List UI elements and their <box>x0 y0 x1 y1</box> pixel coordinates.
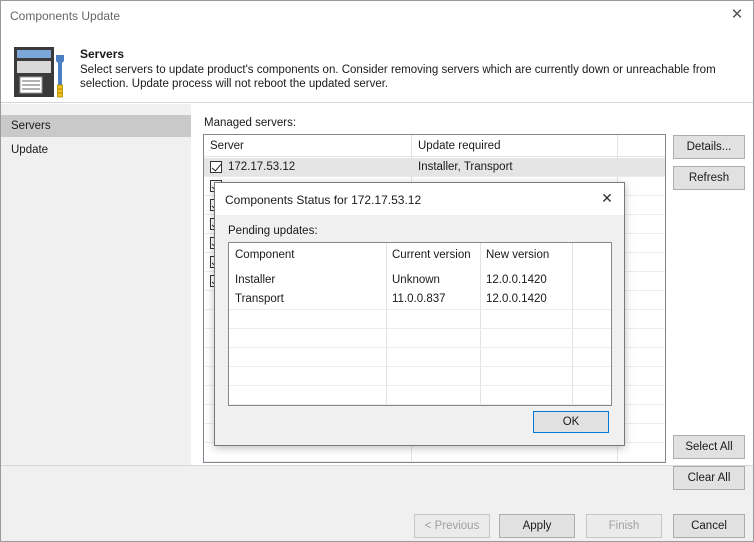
current-version-cell: 11.0.0.837 <box>392 293 446 305</box>
refresh-button[interactable]: Refresh <box>673 166 745 190</box>
table-header: Server Update required <box>204 135 665 157</box>
previous-button[interactable]: < Previous <box>414 514 490 538</box>
wizard-header: Servers Select servers to update product… <box>1 31 753 103</box>
sidebar-item-servers[interactable]: Servers <box>1 115 191 137</box>
dialog-title: Components Status for 172.17.53.12 <box>225 193 422 207</box>
apply-button[interactable]: Apply <box>499 514 575 538</box>
wizard-footer: < Previous Apply Finish Cancel <box>1 465 753 541</box>
managed-servers-label: Managed servers: <box>204 117 297 129</box>
dialog-close-icon[interactable]: ✕ <box>598 189 616 207</box>
header-description: Select servers to update product's compo… <box>80 64 716 90</box>
server-cell: 172.17.53.12 <box>228 161 296 173</box>
new-version-cell: 12.0.0.1420 <box>486 293 547 305</box>
details-button[interactable]: Details... <box>673 135 745 159</box>
header-title: Servers <box>80 47 125 61</box>
column-header-current-version[interactable]: Current version <box>386 245 480 266</box>
table-row[interactable]: 172.17.53.12 Installer, Transport <box>204 158 665 177</box>
finish-button[interactable]: Finish <box>586 514 662 538</box>
pending-updates-label: Pending updates: <box>228 225 318 237</box>
wizard-steps-sidebar: Servers Update <box>1 104 191 465</box>
components-status-dialog: Components Status for 172.17.53.12 ✕ Pen… <box>214 182 625 446</box>
sidebar-item-update[interactable]: Update <box>1 139 191 161</box>
component-cell: Transport <box>235 293 284 305</box>
update-required-cell: Installer, Transport <box>418 161 513 173</box>
component-cell: Installer <box>235 274 276 286</box>
select-all-button[interactable]: Select All <box>673 435 745 459</box>
dialog-body: Pending updates: Component Current versi… <box>215 215 624 445</box>
ok-button[interactable]: OK <box>533 411 609 433</box>
column-header-component[interactable]: Component <box>229 245 386 266</box>
cancel-button[interactable]: Cancel <box>673 514 745 538</box>
title-bar: Components Update ✕ <box>1 1 753 31</box>
column-header-new-version[interactable]: New version <box>480 245 572 266</box>
column-header-update-required[interactable]: Update required <box>412 135 618 157</box>
server-wrench-icon <box>14 47 64 98</box>
row-checkbox[interactable] <box>210 161 222 173</box>
window-close-icon[interactable]: ✕ <box>727 5 747 25</box>
components-update-window: Components Update ✕ Servers Select serve… <box>0 0 754 542</box>
pending-updates-table: Component Current version New version In… <box>228 242 612 406</box>
new-version-cell: 12.0.0.1420 <box>486 274 547 286</box>
clear-all-button[interactable]: Clear All <box>673 466 745 490</box>
window-title: Components Update <box>10 9 121 23</box>
column-header-server[interactable]: Server <box>204 135 412 157</box>
current-version-cell: Unknown <box>392 274 440 286</box>
